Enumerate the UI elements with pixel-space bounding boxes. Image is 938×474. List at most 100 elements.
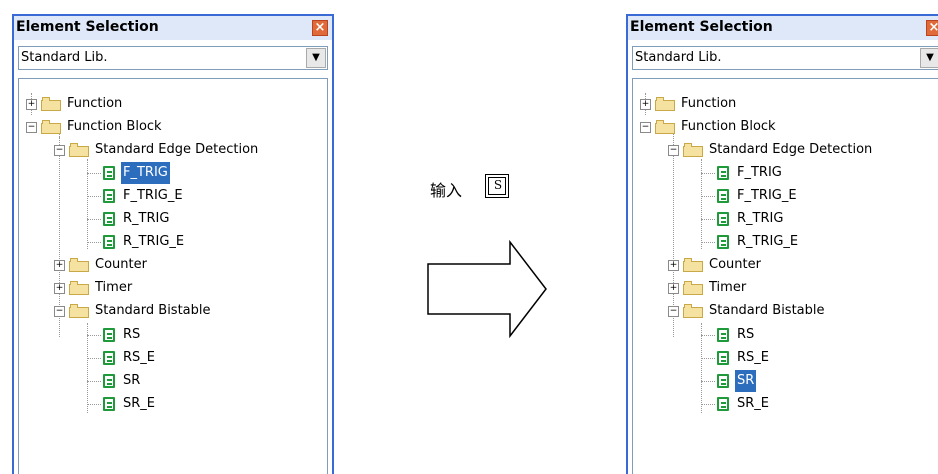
folder-icon — [683, 258, 703, 272]
tree-item-label: Counter — [709, 257, 761, 272]
document-icon — [103, 351, 115, 365]
library-value: Standard Lib. — [21, 50, 108, 65]
tree-item-label: Standard Edge Detection — [95, 142, 259, 157]
tree-line — [701, 404, 715, 405]
tree-line — [701, 242, 715, 243]
tree-item-label: Standard Edge Detection — [709, 142, 873, 157]
expand-icon[interactable]: + — [668, 283, 679, 294]
library-dropdown[interactable]: Standard Lib. ▼ — [18, 46, 328, 70]
document-icon — [103, 189, 115, 203]
folder-icon — [655, 120, 675, 134]
close-icon[interactable]: × — [926, 20, 938, 36]
expand-icon[interactable]: + — [54, 283, 65, 294]
collapse-icon[interactable]: − — [640, 122, 651, 133]
document-icon — [717, 189, 729, 203]
panel-title: Element Selection — [630, 19, 773, 35]
collapse-icon[interactable]: − — [54, 306, 65, 317]
tree-item-label: RS_E — [737, 350, 769, 365]
tree-item-label: F_TRIG_E — [737, 188, 797, 203]
tree-item-label: SR_E — [123, 396, 155, 411]
folder-icon — [69, 143, 89, 157]
document-icon — [103, 212, 115, 226]
document-icon — [103, 235, 115, 249]
tree-item-label: RS_E — [123, 350, 155, 365]
tree-line — [701, 323, 702, 413]
document-icon — [717, 166, 729, 180]
close-icon[interactable]: × — [312, 20, 328, 36]
document-icon — [103, 397, 115, 411]
tree-item-label: F_TRIG — [121, 162, 170, 184]
tree-line — [87, 404, 101, 405]
tree-item-label: RS — [737, 327, 755, 342]
tree-line — [87, 381, 101, 382]
tree-item-label: F_TRIG — [737, 165, 782, 180]
tree-line — [701, 335, 715, 336]
document-icon — [717, 374, 729, 388]
tree-item-label: RS — [123, 327, 141, 342]
tree-item-label: Counter — [95, 257, 147, 272]
document-icon — [103, 328, 115, 342]
title-bar: Element Selection × — [14, 16, 332, 40]
right-arrow-icon — [427, 240, 547, 339]
tree-line — [87, 219, 101, 220]
panel-title: Element Selection — [16, 19, 159, 35]
folder-icon — [69, 281, 89, 295]
collapse-icon[interactable]: − — [668, 306, 679, 317]
collapse-icon[interactable]: − — [54, 145, 65, 156]
tree-line — [87, 242, 101, 243]
document-icon — [717, 235, 729, 249]
tree-line — [87, 173, 101, 174]
tree-item-label: R_TRIG — [737, 211, 784, 226]
folder-icon — [655, 97, 675, 111]
folder-icon — [41, 120, 61, 134]
tree-item-label: SR — [123, 373, 141, 388]
tree-line — [87, 196, 101, 197]
tree-line — [87, 335, 101, 336]
document-icon — [103, 166, 115, 180]
tree-item-label: Standard Bistable — [95, 303, 211, 318]
tree-item-label: Timer — [709, 280, 747, 295]
folder-icon — [41, 97, 61, 111]
tree-item-label: Timer — [95, 280, 133, 295]
tree-item-label: Function Block — [681, 119, 776, 134]
document-icon — [717, 397, 729, 411]
tree-item-label: R_TRIG_E — [737, 234, 799, 249]
element-selection-panel-left: Element Selection × Standard Lib. ▼ + Fu… — [12, 14, 334, 474]
expand-icon[interactable]: + — [640, 99, 651, 110]
tree-item-label: R_TRIG_E — [123, 234, 185, 249]
folder-icon — [683, 143, 703, 157]
tree-line — [701, 173, 715, 174]
tree-item-label: SR_E — [737, 396, 769, 411]
tree-item-label: Function — [681, 96, 737, 111]
tree-line — [701, 381, 715, 382]
tree-item-label: SR — [735, 370, 757, 392]
expand-icon[interactable]: + — [54, 260, 65, 271]
chevron-down-icon[interactable]: ▼ — [920, 48, 938, 68]
library-dropdown[interactable]: Standard Lib. ▼ — [632, 46, 938, 70]
instruction-text: 输入 — [430, 181, 463, 200]
tree-line — [701, 358, 715, 359]
folder-icon — [69, 258, 89, 272]
element-tree: + Function − Function Block − Standard E… — [632, 78, 938, 474]
tree-line — [87, 323, 88, 413]
document-icon — [717, 328, 729, 342]
document-icon — [103, 374, 115, 388]
collapse-icon[interactable]: − — [668, 145, 679, 156]
tree-item-label: Standard Bistable — [709, 303, 825, 318]
chevron-down-icon[interactable]: ▼ — [306, 48, 326, 68]
document-icon — [717, 351, 729, 365]
tree-item-label: Function Block — [67, 119, 162, 134]
tree-item-label: R_TRIG — [123, 211, 170, 226]
tree-item-label: Function — [67, 96, 123, 111]
collapse-icon[interactable]: − — [26, 122, 37, 133]
folder-icon — [683, 281, 703, 295]
key-label: S — [493, 178, 503, 192]
folder-icon — [69, 304, 89, 318]
keyboard-key-icon: S — [485, 174, 509, 198]
expand-icon[interactable]: + — [668, 260, 679, 271]
tree-line — [701, 219, 715, 220]
tree-item-label: F_TRIG_E — [123, 188, 183, 203]
tree-line — [701, 196, 715, 197]
expand-icon[interactable]: + — [26, 99, 37, 110]
element-tree: + Function − Function Block − Standard E… — [18, 78, 328, 474]
